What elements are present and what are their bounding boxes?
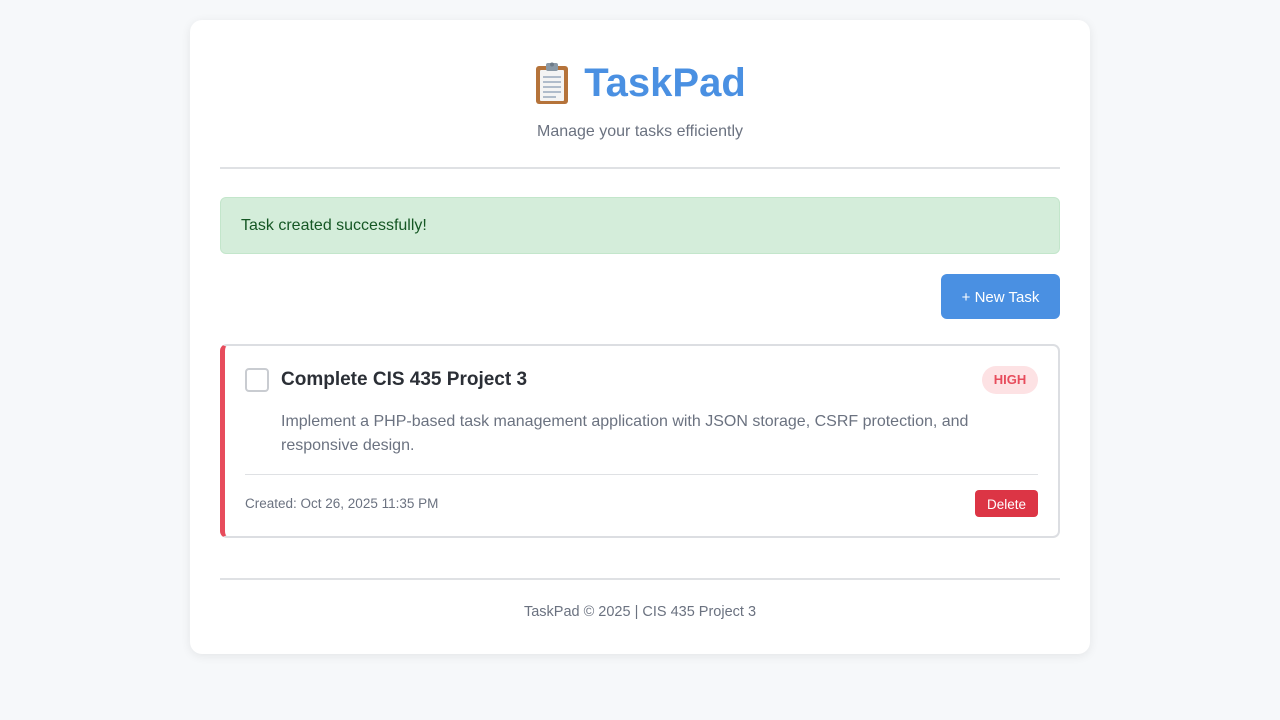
task-complete-checkbox[interactable] [245,368,269,392]
page-footer: TaskPad © 2025 | CIS 435 Project 3 [523,604,757,620]
title-row: TaskPad [220,58,1060,108]
task-description: Implement a PHP-based task management ap… [281,413,969,454]
delete-task-button[interactable]: Delete [975,490,1038,517]
app-subtitle: Manage your tasks efficiently [536,123,744,140]
task-created-date: Created: Oct 26, 2025 11:35 PM [245,496,439,511]
page-header: TaskPad Manage your tasks efficiently [220,20,1060,169]
task-title: Complete CIS 435 Project 3 [281,369,528,390]
success-alert: Task created successfully! [220,197,1060,254]
new-task-button[interactable]: + New Task [941,274,1060,319]
app-title: TaskPad [584,61,746,105]
alert-message: Task created successfully! [241,217,427,234]
clipboard-icon [534,61,570,105]
priority-badge: HIGH [982,366,1038,394]
task-divider [245,474,1038,475]
main-card: TaskPad Manage your tasks efficiently Ta… [190,20,1090,654]
footer-divider [220,578,1060,580]
task-card: Complete CIS 435 Project 3 HIGH Implemen… [220,344,1060,538]
